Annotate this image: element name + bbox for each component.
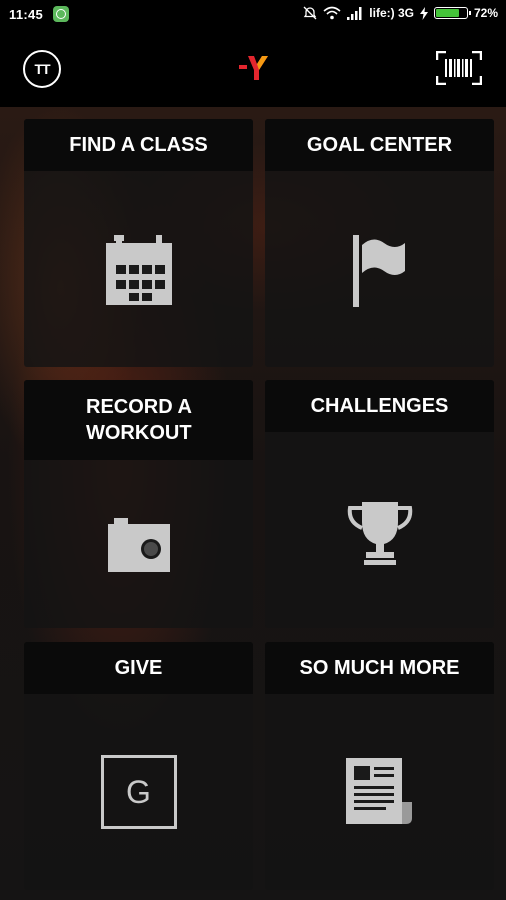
signal-icon [347, 6, 362, 20]
tile-title: RECORD A WORKOUT [24, 380, 253, 460]
give-g-letter: G [126, 773, 151, 810]
wifi-icon [323, 6, 341, 20]
mute-icon [303, 6, 317, 20]
ymca-logo-icon [239, 56, 268, 80]
find-a-class-tile[interactable]: FIND A CLASS [24, 119, 253, 367]
calendar-icon [105, 235, 172, 305]
status-time: 11:45 [9, 7, 44, 22]
newspaper-icon [345, 758, 412, 824]
tile-title: CHALLENGES [265, 380, 494, 432]
tile-title: FIND A CLASS [24, 119, 253, 171]
trophy-icon [347, 502, 412, 565]
tile-title: GOAL CENTER [265, 119, 494, 171]
battery-percent: 72% [473, 6, 498, 20]
goal-center-tile[interactable]: GOAL CENTER [265, 119, 494, 367]
charging-icon [419, 6, 428, 20]
carrier-label: life:) 3G [369, 6, 414, 20]
alarm-app-icon [53, 6, 69, 22]
profile-avatar-button[interactable]: TT [23, 50, 61, 88]
give-g-icon: G [100, 755, 177, 829]
app-header: TT [0, 30, 506, 107]
camera-icon [107, 518, 170, 572]
challenges-tile[interactable]: CHALLENGES [265, 380, 494, 628]
tile-title-text: RECORD A WORKOUT [86, 396, 192, 444]
avatar-initials: TT [34, 61, 50, 77]
tile-title: SO MUCH MORE [265, 642, 494, 694]
tile-title: GIVE [24, 642, 253, 694]
so-much-more-tile[interactable]: SO MUCH MORE [265, 642, 494, 890]
give-tile[interactable]: GIVE G [24, 642, 253, 890]
record-a-workout-tile[interactable]: RECORD A WORKOUT [24, 380, 253, 628]
battery-icon [433, 7, 471, 19]
barcode-scan-icon[interactable] [436, 51, 482, 85]
status-bar: 11:45 life:) 3G 72% [0, 0, 506, 30]
flag-icon [352, 235, 405, 307]
